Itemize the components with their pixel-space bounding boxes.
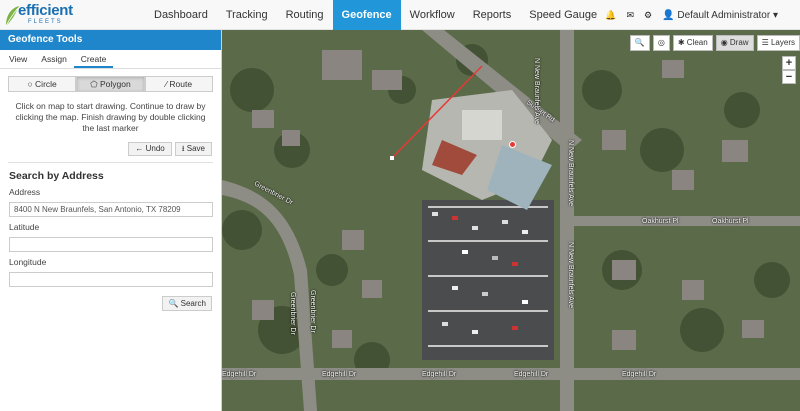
nav-reports[interactable]: Reports <box>464 0 521 30</box>
save-icon: ⭳ <box>181 144 185 153</box>
location-marker-icon[interactable] <box>509 141 516 148</box>
caret-down-icon: ▾ <box>772 9 778 21</box>
undo-icon: ← <box>135 144 144 153</box>
user-name: Default Administrator <box>677 9 771 21</box>
route-label: Route <box>169 79 193 89</box>
undo-label: Undo <box>145 144 165 153</box>
street-label: Edgehill Dr <box>514 371 549 378</box>
save-button[interactable]: ⭳ Save <box>174 142 212 156</box>
bell-icon[interactable]: 🔔 <box>605 10 616 21</box>
nav-tracking[interactable]: Tracking <box>217 0 277 30</box>
street-label: Oakhurst Pl <box>642 218 679 225</box>
top-navbar: efficient FLEETS Dashboard Tracking Rout… <box>0 0 800 30</box>
polygon-mode-button[interactable]: ⬠ Polygon <box>76 76 145 92</box>
user-menu[interactable]: 👤 Default Administrator ▾ <box>662 10 778 21</box>
street-label: Greenbrier Dr <box>289 292 296 335</box>
street-label: Oakhurst Pl <box>712 218 749 225</box>
layers-button[interactable]: ☰ Layers <box>756 35 800 51</box>
street-label: Greenbrier Dr <box>309 290 316 333</box>
nav-geofence[interactable]: Geofence <box>332 0 401 30</box>
nav-speed-gauge[interactable]: Speed Gauge <box>520 0 606 30</box>
search-label: Search <box>180 299 206 308</box>
save-label: Save <box>186 144 205 153</box>
panel-title: Geofence Tools <box>0 30 221 50</box>
nav-dashboard[interactable]: Dashboard <box>145 0 217 30</box>
undo-button[interactable]: ← Undo <box>128 142 172 156</box>
circle-label: Circle <box>35 79 57 89</box>
clean-button[interactable]: ✱ Clean <box>672 35 713 51</box>
clean-label: Clean <box>686 38 708 47</box>
broom-icon: ✱ <box>677 38 685 47</box>
search-section-title: Search by Address <box>9 170 104 182</box>
draw-mode-group: ○ Circle ⬠ Polygon ∕ Route <box>8 76 213 92</box>
street-label: N New Braunfels Ave <box>533 58 540 125</box>
nav-right: 🔔 ✉ ⚙ 👤 Default Administrator ▾ <box>605 0 778 30</box>
satellite-map[interactable]: 🔍 ◎ ✱ Clean ◉ Draw ☰ Layers + − Sunset R… <box>222 30 800 411</box>
nav-routing[interactable]: Routing <box>277 0 333 30</box>
address-label: Address <box>9 187 41 197</box>
eye-icon: ◉ <box>720 38 728 47</box>
efficient-fleets-logo[interactable]: efficient FLEETS <box>4 2 94 28</box>
longitude-input[interactable] <box>9 272 213 287</box>
user-icon: 👤 <box>662 9 675 21</box>
tab-create[interactable]: Create <box>73 50 114 68</box>
search-button-wrap: 🔍 Search <box>0 296 212 311</box>
street-label: Edgehill Dr <box>222 371 257 378</box>
map-search-button[interactable]: 🔍 <box>629 35 650 51</box>
zoom-in-button[interactable]: + <box>782 56 796 70</box>
magnifier-icon: 🔍 <box>634 38 645 47</box>
zoom-controls: + − <box>782 56 796 84</box>
target-icon: ◎ <box>657 38 665 47</box>
draw-button[interactable]: ◉ Draw <box>715 35 754 51</box>
circle-mode-button[interactable]: ○ Circle <box>8 76 77 92</box>
tab-assign[interactable]: Assign <box>34 50 74 68</box>
layers-icon: ☰ <box>761 38 769 47</box>
street-label: N New Braunfels Ave <box>567 242 574 309</box>
longitude-label: Longitude <box>9 257 47 267</box>
divider <box>8 162 213 163</box>
polygon-label: Polygon <box>100 79 131 89</box>
search-icon: 🔍 <box>168 299 179 308</box>
street-label: Edgehill Dr <box>422 371 457 378</box>
layers-label: Layers <box>770 38 795 47</box>
geofence-tools-panel: Geofence Tools View Assign Create ○ Circ… <box>0 30 222 411</box>
zoom-out-button[interactable]: − <box>782 70 796 84</box>
map-locate-button[interactable]: ◎ <box>652 35 670 51</box>
logo-sub: FLEETS <box>28 19 63 25</box>
drawing-instructions: Click on map to start drawing. Continue … <box>15 101 206 133</box>
street-label: N New Braunfels Ave <box>567 140 574 207</box>
route-mode-button[interactable]: ∕ Route <box>144 76 213 92</box>
polygon-icon: ⬠ <box>90 79 98 89</box>
logo-word: efficient <box>18 2 73 19</box>
route-icon: ∕ <box>165 79 167 89</box>
main-nav: Dashboard Tracking Routing Geofence Work… <box>145 0 606 30</box>
latitude-label: Latitude <box>9 222 40 232</box>
undo-save-group: ← Undo ⭳ Save <box>0 142 212 156</box>
address-input[interactable] <box>9 202 213 217</box>
circle-icon: ○ <box>27 79 33 89</box>
map-toolbar: 🔍 ◎ ✱ Clean ◉ Draw ☰ Layers <box>629 35 800 51</box>
street-label: Edgehill Dr <box>622 371 657 378</box>
panel-tabs: View Assign Create <box>0 50 221 69</box>
nav-workflow[interactable]: Workflow <box>401 0 464 30</box>
draw-label: Draw <box>729 38 749 47</box>
search-button[interactable]: 🔍 Search <box>162 296 212 311</box>
envelope-icon[interactable]: ✉ <box>627 10 635 21</box>
tab-view[interactable]: View <box>2 50 34 68</box>
latitude-input[interactable] <box>9 237 213 252</box>
street-label: Edgehill Dr <box>322 371 357 378</box>
gear-icon[interactable]: ⚙ <box>644 10 652 21</box>
